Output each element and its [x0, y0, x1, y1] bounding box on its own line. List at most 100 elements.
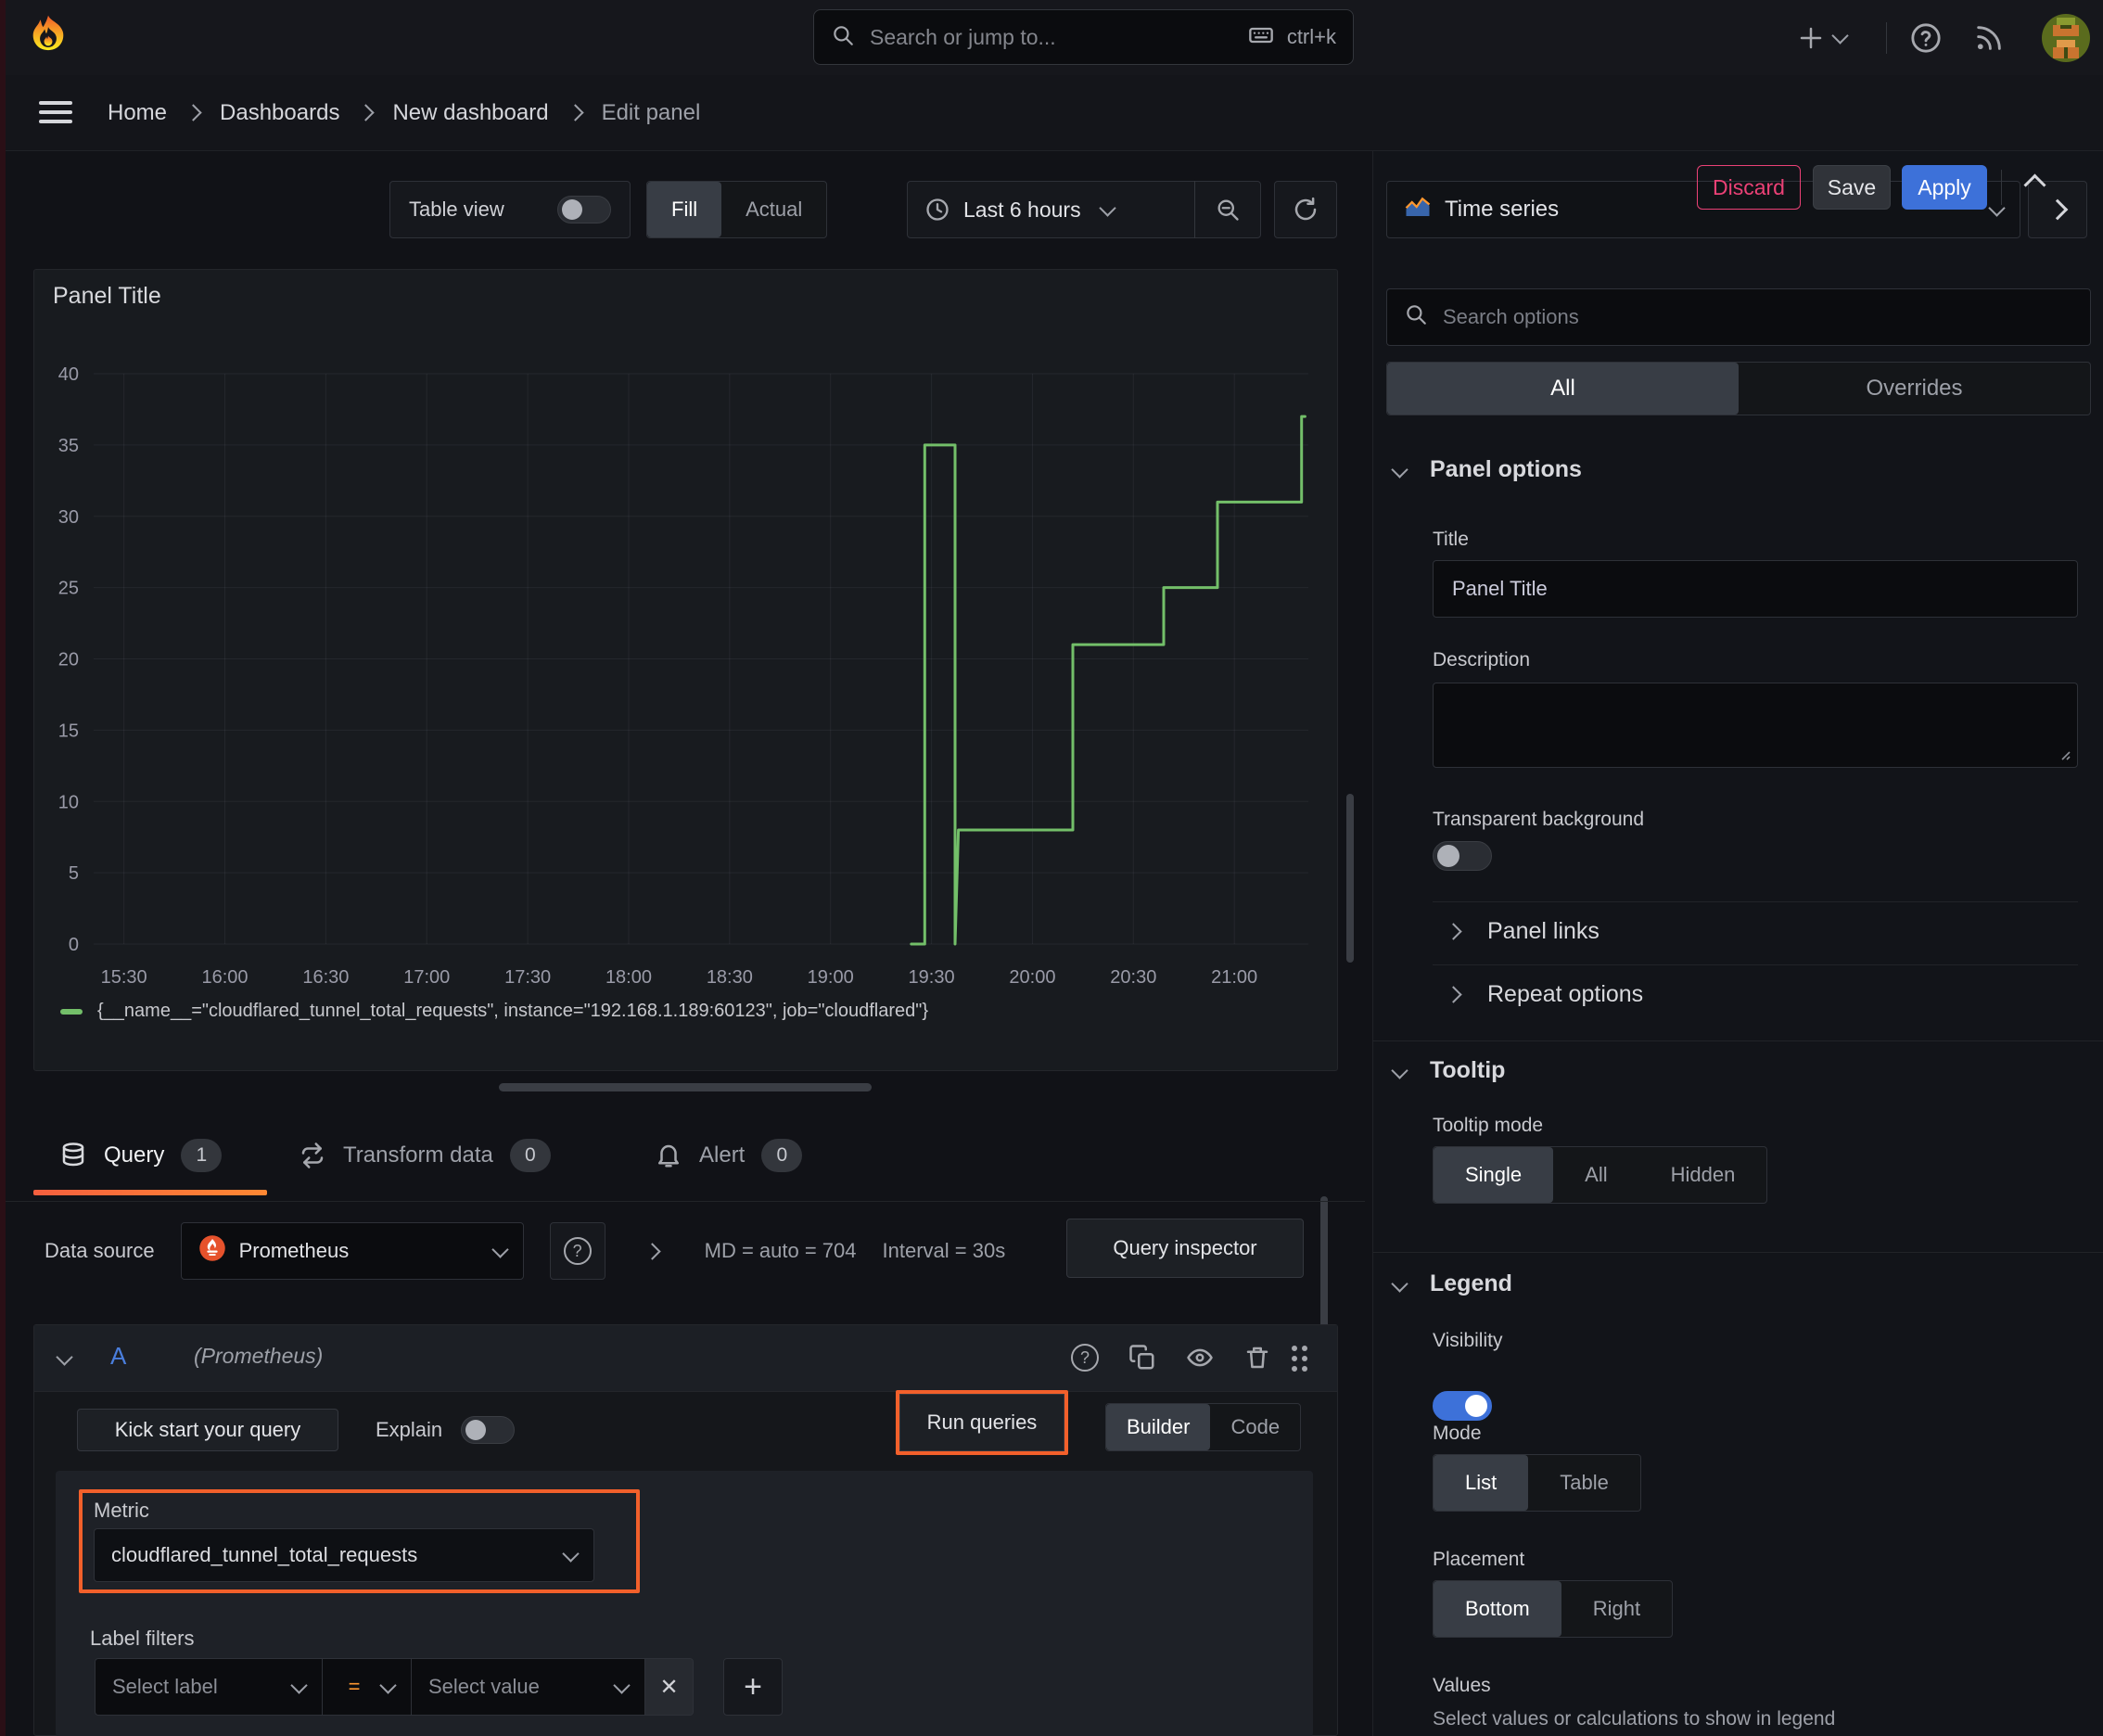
database-icon: [62, 1142, 84, 1167]
duplicate-query-icon[interactable]: [1128, 1344, 1156, 1376]
table-view-toggle[interactable]: [557, 196, 611, 223]
global-search[interactable]: ctrl+k: [813, 9, 1354, 65]
panel-links-header[interactable]: Panel links: [1445, 918, 1600, 945]
legend-values-label: Values: [1433, 1675, 1491, 1696]
new-menu-button[interactable]: [1797, 0, 1849, 75]
tooltip-single-option[interactable]: Single: [1434, 1147, 1554, 1203]
select-label-dropdown[interactable]: Select label: [95, 1658, 323, 1716]
legend-series-label[interactable]: {__name__="cloudflared_tunnel_total_requ…: [97, 1001, 928, 1022]
legend-table-option[interactable]: Table: [1528, 1455, 1640, 1511]
avatar[interactable]: [2042, 14, 2090, 62]
section-divider: [1373, 1040, 2103, 1041]
transparent-bg-toggle[interactable]: [1433, 841, 1492, 871]
menu-toggle-button[interactable]: [39, 96, 72, 129]
legend-placement-switch: Bottom Right: [1433, 1580, 1674, 1638]
chevron-down-icon: [379, 1676, 397, 1694]
timeseries-chart[interactable]: 0 5 10 15 20 25 30 35 40 15:30 16:00 16:30 17:00 17:3…: [34, 270, 1337, 1002]
legend-list-option[interactable]: List: [1434, 1455, 1529, 1511]
chart-legend[interactable]: {__name__="cloudflared_tunnel_total_requ…: [60, 1001, 928, 1022]
legend-header[interactable]: Legend: [1391, 1270, 1512, 1297]
zoom-out-button[interactable]: [1195, 197, 1260, 223]
panel-title-input[interactable]: [1450, 576, 2060, 602]
collapse-query-icon[interactable]: [56, 1348, 73, 1366]
datasource-help-button[interactable]: ?: [549, 1222, 605, 1280]
actual-option[interactable]: Actual: [721, 182, 826, 237]
panel-title-field[interactable]: [1433, 560, 2078, 618]
code-option[interactable]: Code: [1210, 1404, 1300, 1450]
time-picker: Last 6 hours: [907, 181, 1261, 238]
chevron-right-icon: [566, 104, 584, 121]
breadcrumb-new-dashboard[interactable]: New dashboard: [392, 100, 548, 126]
remove-filter-button[interactable]: ✕: [645, 1658, 694, 1716]
search-options-input[interactable]: [1441, 304, 2073, 330]
panel-resize-handle[interactable]: [499, 1083, 872, 1091]
datasource-value: Prometheus: [238, 1239, 350, 1262]
operator-value: =: [348, 1675, 361, 1698]
select-value-dropdown[interactable]: Select value: [412, 1658, 645, 1716]
discard-button[interactable]: Discard: [1697, 165, 1801, 210]
chevron-down-icon: [491, 1240, 509, 1258]
legend-visibility-toggle[interactable]: [1433, 1391, 1492, 1421]
svg-text:10: 10: [58, 792, 79, 812]
save-button[interactable]: Save: [1813, 165, 1891, 210]
explain-toggle[interactable]: [461, 1416, 516, 1444]
search-input[interactable]: [868, 23, 1235, 51]
tab-transform[interactable]: Transform data 0: [299, 1120, 551, 1191]
breadcrumb: Home Dashboards New dashboard Edit panel: [108, 75, 700, 150]
description-textarea[interactable]: [1433, 683, 2078, 768]
breadcrumb-edit-panel: Edit panel: [601, 99, 701, 125]
query-header[interactable]: A (Prometheus) ?: [34, 1325, 1337, 1392]
tab-all[interactable]: All: [1387, 363, 1739, 415]
chevron-down-icon: [1391, 1275, 1408, 1293]
run-queries-button[interactable]: Run queries: [899, 1394, 1064, 1451]
query-help-icon[interactable]: ?: [1071, 1344, 1099, 1372]
select-label-placeholder: Select label: [112, 1675, 218, 1698]
tooltip-hidden-option[interactable]: Hidden: [1639, 1147, 1767, 1203]
operator-dropdown[interactable]: =: [323, 1658, 412, 1716]
datasource-select[interactable]: Prometheus: [180, 1222, 524, 1280]
chevron-down-icon: [1391, 461, 1408, 479]
breadcrumb-dashboards[interactable]: Dashboards: [220, 100, 339, 126]
max-datapoints-stat: MD = auto = 704: [704, 1239, 857, 1262]
fill-option[interactable]: Fill: [647, 182, 722, 237]
tooltip-all-option[interactable]: All: [1553, 1147, 1638, 1203]
window-edge: [0, 0, 6, 1736]
query-inspector-button[interactable]: Query inspector: [1066, 1219, 1304, 1278]
refresh-button[interactable]: [1274, 181, 1337, 238]
query-editor-row: A (Prometheus) ? Kick start your query E…: [33, 1324, 1338, 1736]
apply-button[interactable]: Apply: [1902, 165, 1987, 210]
drag-handle-icon[interactable]: [1292, 1346, 1307, 1372]
search-options-field[interactable]: [1386, 288, 2091, 346]
panel-options-header[interactable]: Panel options: [1391, 456, 1582, 483]
tooltip-header[interactable]: Tooltip: [1391, 1057, 1505, 1084]
tab-query[interactable]: Query 1: [59, 1120, 223, 1191]
kickstart-query-button[interactable]: Kick start your query: [77, 1409, 338, 1451]
vertical-scrollbar[interactable]: [1346, 794, 1354, 963]
time-range-button[interactable]: Last 6 hours: [908, 197, 1194, 223]
query-options-chevron-icon[interactable]: [643, 1242, 661, 1260]
add-filter-button[interactable]: +: [723, 1658, 783, 1716]
resize-corner-icon[interactable]: [2057, 747, 2071, 761]
breadcrumb-home[interactable]: Home: [108, 100, 167, 126]
builder-option[interactable]: Builder: [1106, 1404, 1211, 1450]
collapse-pane-button[interactable]: [2023, 173, 2046, 198]
svg-text:20:30: 20:30: [1110, 967, 1156, 988]
news-rss-button[interactable]: [1973, 22, 2005, 58]
table-view-control: Table view: [389, 181, 631, 238]
chevron-down-icon: [1098, 198, 1116, 217]
svg-text:19:30: 19:30: [909, 967, 955, 988]
metric-select[interactable]: cloudflared_tunnel_total_requests: [94, 1528, 594, 1582]
query-ref-id: A: [110, 1342, 127, 1370]
repeat-options-header[interactable]: Repeat options: [1445, 981, 1643, 1008]
placement-bottom-option[interactable]: Bottom: [1434, 1581, 1561, 1637]
tab-alert[interactable]: Alert 0: [655, 1120, 803, 1191]
delete-query-icon[interactable]: [1243, 1344, 1271, 1376]
tab-overrides[interactable]: Overrides: [1739, 363, 2090, 415]
legend-visibility-label: Visibility: [1433, 1330, 1503, 1351]
toggle-visibility-icon[interactable]: [1186, 1344, 1214, 1376]
transform-icon: [301, 1142, 324, 1168]
topnav-divider: [1886, 22, 1887, 54]
help-button[interactable]: [1910, 22, 1942, 58]
grafana-logo-icon[interactable]: [25, 14, 71, 60]
placement-right-option[interactable]: Right: [1561, 1581, 1672, 1637]
